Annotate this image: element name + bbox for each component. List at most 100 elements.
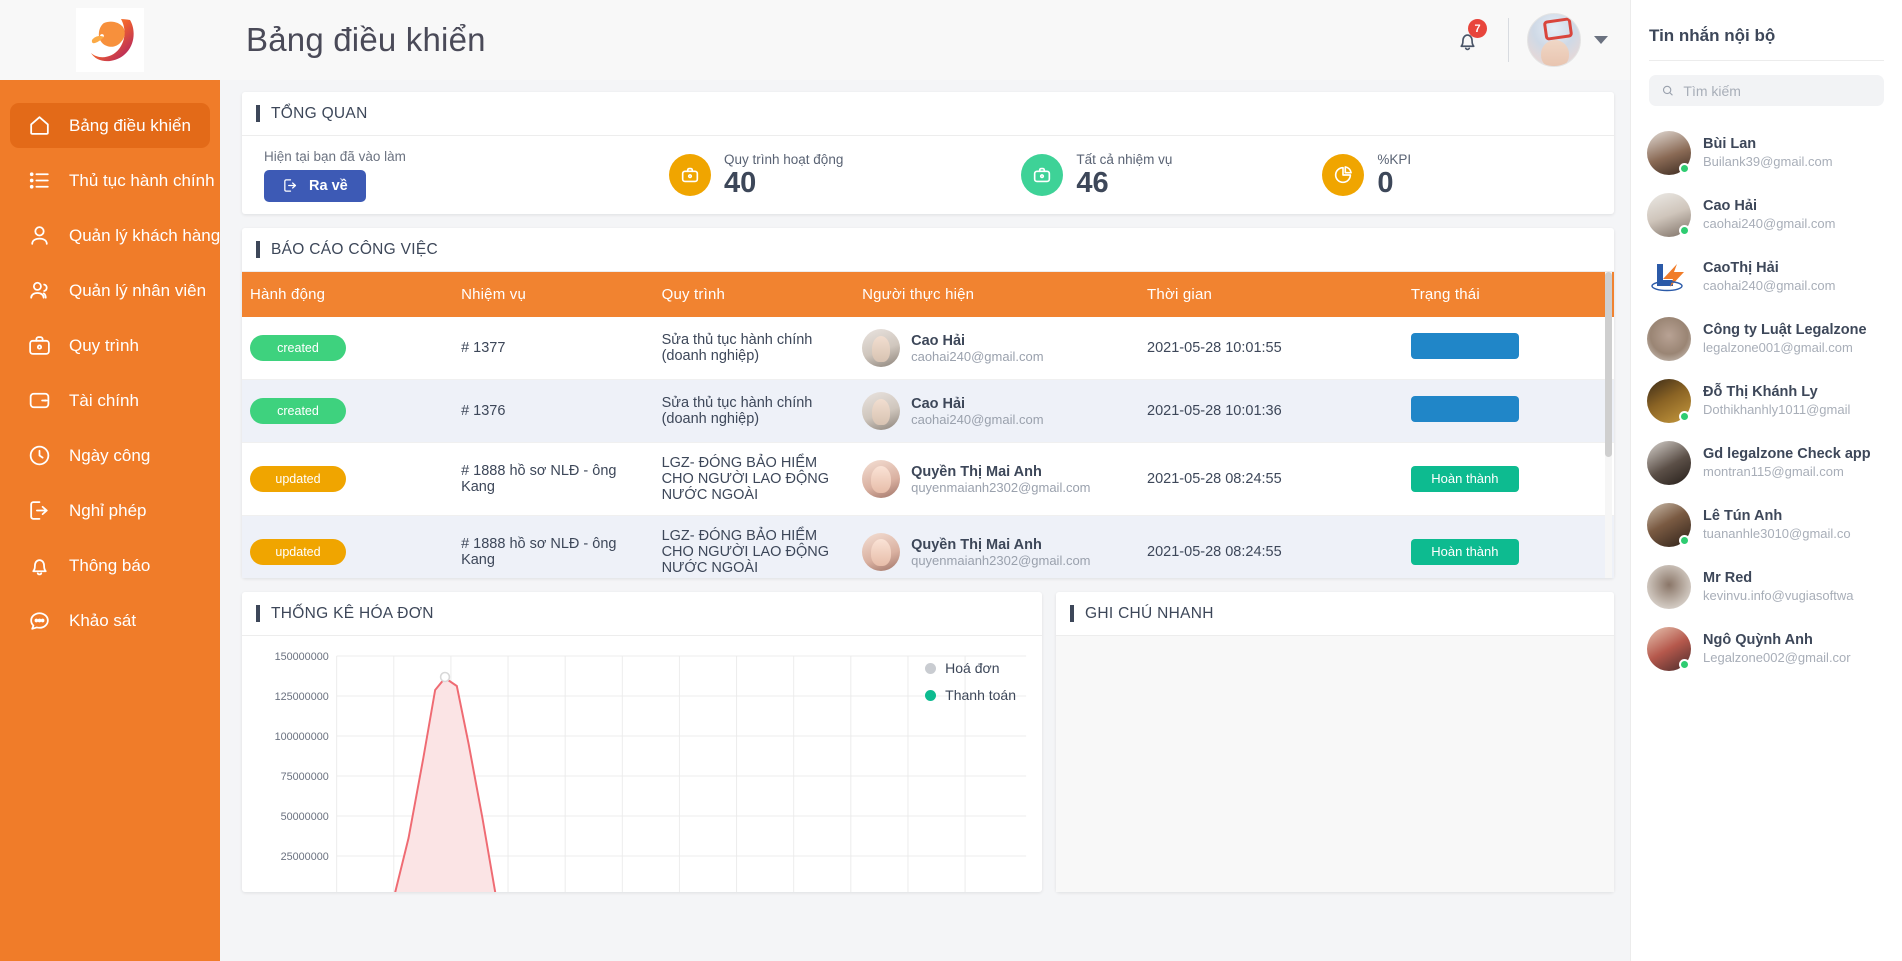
list-item[interactable]: Ngô Quỳnh Anh Legalzone002@gmail.cor (1631, 618, 1902, 680)
table-row[interactable]: updated # 1888 hồ sơ NLĐ - ông Kang LGZ-… (242, 515, 1614, 578)
users-icon (26, 278, 52, 304)
user-avatar[interactable] (1527, 13, 1581, 67)
avatar (1647, 503, 1691, 547)
chevron-down-icon[interactable] (1594, 36, 1608, 44)
contact-email: Dothikhanhly1011@gmail (1703, 402, 1851, 418)
contact-name: Công ty Luật Legalzone (1703, 322, 1867, 339)
svg-text:125000000: 125000000 (275, 691, 329, 703)
invoice-area-chart[interactable]: 150000000 125000000 100000000 75000000 5… (248, 648, 1036, 892)
list-item[interactable]: Công ty Luật Legalzone legalzone001@gmai… (1631, 308, 1902, 370)
list-icon (26, 168, 52, 194)
contact-email: montran115@gmail.com (1703, 464, 1844, 480)
avatar (1647, 131, 1691, 175)
sidebar-item-quy-trinh[interactable]: Quy trình (10, 323, 210, 368)
person-cell: Quyền Thị Mai Anh quyenmaianh2302@gmail.… (862, 460, 1131, 498)
notification-button[interactable]: 7 (1444, 17, 1490, 63)
search-input[interactable] (1683, 82, 1872, 99)
legend-color-swatch (925, 689, 937, 701)
column-header-hanh-dong[interactable]: Hành động (242, 272, 454, 317)
logo-container[interactable] (0, 0, 220, 80)
column-header-quy-trinh[interactable]: Quy trình (653, 272, 855, 317)
sidebar-item-nghi-phep[interactable]: Nghỉ phép (10, 488, 210, 533)
list-item[interactable]: CaoThị Hải caohai240@gmail.com (1631, 246, 1902, 308)
sidebar-item-label: Khảo sát (69, 610, 137, 630)
contact-name: CaoThị Hải (1703, 260, 1779, 277)
overview-title: TỔNG QUAN (271, 104, 368, 122)
task-cell: # 1376 (461, 403, 506, 419)
legend-label: Thanh toán (945, 687, 1016, 703)
table-row[interactable]: created # 1376 Sửa thủ tục hành chính (d… (242, 379, 1614, 443)
sidebar-item-thong-bao[interactable]: Thông báo (10, 543, 210, 588)
sidebar-item-tai-chinh[interactable]: Tài chính (10, 378, 210, 423)
avatar (1647, 379, 1691, 423)
sidebar-item-bang-dieu-khien[interactable]: Bảng điều khiển (10, 103, 210, 148)
messages-title: Tin nhắn nội bộ (1649, 26, 1776, 45)
briefcase-icon (669, 154, 711, 196)
report-table-wrapper: Hành động Nhiệm vụ Quy trình Người thực … (242, 272, 1614, 578)
table-scrollbar-thumb[interactable] (1605, 272, 1612, 457)
accent-bar (1070, 605, 1074, 622)
column-header-trang-thai[interactable]: Trạng thái (1402, 272, 1614, 317)
contact-name: Đỗ Thị Khánh Ly (1703, 384, 1818, 401)
time-cell: 2021-05-28 10:01:36 (1147, 403, 1282, 419)
stat-value: 46 (1076, 166, 1109, 199)
sidebar-item-quan-ly-khach-hang[interactable]: Quản lý khách hàng (10, 213, 220, 258)
user-icon (26, 223, 52, 249)
contact-name: Ngô Quỳnh Anh (1703, 632, 1813, 649)
message-search[interactable] (1649, 75, 1884, 106)
invoice-chart-card: THỐNG KÊ HÓA ĐƠN 150000000 125000000 100… (242, 592, 1042, 892)
briefcase-icon (26, 333, 52, 359)
list-item[interactable]: Bùi Lan Builank39@gmail.com (1631, 122, 1902, 184)
stat-value: 40 (724, 166, 757, 199)
list-item[interactable]: Đỗ Thị Khánh Ly Dothikhanhly1011@gmail (1631, 370, 1902, 432)
list-item[interactable]: Gd legalzone Check app montran115@gmail.… (1631, 432, 1902, 494)
svg-text:150000000: 150000000 (275, 651, 329, 663)
sidebar-item-ngay-cong[interactable]: Ngày công (10, 433, 210, 478)
column-header-thoi-gian[interactable]: Thời gian (1139, 272, 1403, 317)
column-header-nguoi-thuc-hien[interactable]: Người thực hiện (854, 272, 1140, 317)
list-item[interactable]: Cao Hải caohai240@gmail.com (1631, 184, 1902, 246)
column-header-nhiem-vu[interactable]: Nhiệm vụ (453, 272, 654, 317)
legend-item-hoa-don[interactable]: Hoá đơn (925, 660, 1016, 676)
contact-name: Bùi Lan (1703, 136, 1757, 153)
messages-divider (1649, 60, 1884, 61)
chart-title: THỐNG KÊ HÓA ĐƠN (271, 604, 434, 622)
list-item[interactable]: Lê Tún Anh tuananhle3010@gmail.co (1631, 494, 1902, 556)
messages-panel: Tin nhắn nội bộ Bùi Lan Builank39@gmail.… (1630, 0, 1902, 961)
note-title: GHI CHÚ NHANH (1085, 604, 1214, 622)
search-icon (1662, 85, 1673, 96)
status-badge[interactable] (1410, 333, 1519, 359)
avatar (1647, 193, 1691, 237)
table-row[interactable]: updated # 1888 hồ sơ NLĐ - ông Kang LGZ-… (242, 443, 1614, 516)
legend-item-thanh-toan[interactable]: Thanh toán (925, 687, 1016, 703)
stat-value: 0 (1377, 166, 1394, 199)
time-cell: 2021-05-28 10:01:55 (1147, 340, 1282, 356)
checkout-button[interactable]: Ra về (264, 169, 366, 202)
status-badge[interactable]: Hoàn thành (1410, 539, 1519, 565)
table-row[interactable]: created # 1377 Sửa thủ tục hành chính (d… (242, 317, 1614, 380)
sidebar-item-thu-tuc-hanh-chinh[interactable]: Thủ tục hành chính (10, 158, 215, 203)
status-badge[interactable] (1410, 396, 1519, 422)
contact-email: caohai240@gmail.com (1703, 216, 1836, 232)
status-badge[interactable]: Hoàn thành (1410, 466, 1519, 492)
contact-email: caohai240@gmail.com (1703, 278, 1836, 294)
sidebar-item-quan-ly-nhan-vien[interactable]: Quản lý nhân viên (10, 268, 210, 313)
sidebar-item-khao-sat[interactable]: Khảo sát (10, 598, 210, 643)
logout-icon (26, 498, 52, 524)
list-item[interactable]: Mr Red kevinvu.info@vugiasoftwa (1631, 556, 1902, 618)
action-badge: updated (250, 539, 346, 565)
note-body[interactable] (1056, 636, 1614, 892)
quick-note-card: GHI CHÚ NHANH (1056, 592, 1614, 892)
stat-label: Quy trình hoạt động (724, 151, 844, 167)
sidebar-nav: Bảng điều khiển Thủ tục hành chính Quản … (0, 80, 220, 648)
clock-icon (26, 443, 52, 469)
main-sidebar: Bảng điều khiển Thủ tục hành chính Quản … (0, 0, 220, 961)
online-indicator (1679, 163, 1690, 174)
sidebar-item-label: Thông báo (69, 555, 151, 575)
avatar (1647, 565, 1691, 609)
avatar (862, 329, 901, 367)
stat-tat-ca-nhiem-vu: Tất cả nhiệm vụ 46 (1021, 152, 1172, 198)
task-cell: # 1377 (461, 340, 506, 356)
contact-email: Legalzone002@gmail.cor (1703, 650, 1851, 666)
chart-card-header: THỐNG KÊ HÓA ĐƠN (242, 592, 1042, 636)
